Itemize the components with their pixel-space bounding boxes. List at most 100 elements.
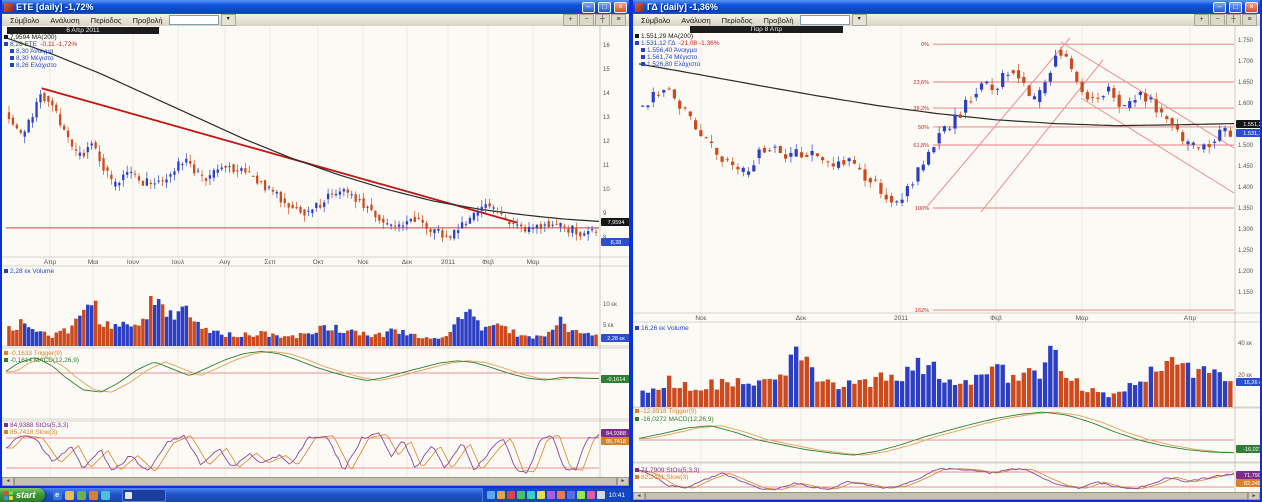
ie-quicklaunch-icon[interactable]: e — [53, 491, 62, 500]
battery-tray-icon[interactable] — [547, 491, 555, 499]
scroll-left-arrow[interactable]: ◄ — [633, 492, 645, 500]
titlebar[interactable]: ETE [daily] -1,72% – □ × — [2, 0, 629, 14]
settings-icon[interactable]: ≡ — [1242, 14, 1257, 26]
svg-text:0%: 0% — [921, 42, 929, 48]
svg-text:61,8%: 61,8% — [913, 143, 929, 149]
search-go-button[interactable]: ▾ — [852, 14, 867, 26]
close-button[interactable]: × — [1245, 2, 1258, 13]
tray-icons — [487, 491, 605, 499]
start-button[interactable]: start — [0, 488, 45, 502]
svg-text:15: 15 — [603, 67, 610, 73]
svg-text:71,7909: 71,7909 — [1244, 473, 1260, 479]
crosshair-icon[interactable]: ┼ — [595, 14, 610, 26]
svg-text:10 εκ: 10 εκ — [603, 302, 618, 308]
svg-text:23,6%: 23,6% — [913, 80, 929, 86]
minimize-button[interactable]: – — [582, 2, 595, 13]
horizontal-scrollbar[interactable]: ◄ ► — [633, 492, 1260, 500]
search-go-button[interactable]: ▾ — [221, 14, 236, 26]
svg-text:Νοε: Νοε — [357, 259, 368, 266]
zoom-in-icon[interactable]: + — [1194, 14, 1209, 26]
media-quicklaunch-icon[interactable] — [89, 491, 98, 500]
desktop-quicklaunch-icon[interactable] — [77, 491, 86, 500]
media-tray-icon[interactable] — [567, 491, 575, 499]
scroll-right-arrow[interactable]: ► — [1248, 492, 1260, 500]
svg-text:8,28: 8,28 — [611, 240, 622, 246]
macd-pane — [6, 351, 599, 392]
pane-separators — [633, 26, 1260, 492]
minimize-button[interactable]: – — [1213, 2, 1226, 13]
symbol-input[interactable] — [800, 15, 850, 25]
svg-text:2011: 2011 — [894, 315, 908, 322]
legend-ma200: 1.551,29 MA(200) — [635, 33, 693, 40]
legend-high: 1.561,74 Μέγιστο — [641, 54, 697, 61]
svg-text:Οκτ: Οκτ — [313, 259, 324, 266]
close-button[interactable]: × — [614, 2, 627, 13]
scroll-right-arrow[interactable]: ► — [617, 477, 629, 486]
svg-text:-16,0272: -16,0272 — [1243, 447, 1260, 453]
mail-tray-icon[interactable] — [577, 491, 585, 499]
menu-analysis[interactable]: Ανάλυση — [45, 16, 84, 25]
menu-period[interactable]: Περίοδος — [86, 16, 127, 25]
svg-text:1.250: 1.250 — [1238, 248, 1254, 254]
legend-ma200: 7,9594 MA(200) — [4, 34, 57, 41]
display-tray-icon[interactable] — [537, 491, 545, 499]
chart-area[interactable]: ΝοεΔεκ2011ΦεβΜαρΑπρ1.7501.7001.6501.6001… — [633, 26, 1260, 492]
messenger-quicklaunch-icon[interactable] — [101, 491, 110, 500]
firewall-tray-icon[interactable] — [557, 491, 565, 499]
zoom-out-icon[interactable]: − — [579, 14, 594, 26]
legend-last-price: 1.531,12 ΓΔ -21,08 -1,36% — [635, 40, 720, 47]
symbol-input[interactable] — [169, 15, 219, 25]
chart-canvas[interactable]: ΑπρΜαιΙουνΙουλΑυγΣεπΟκτΝοεΔεκ2011ΦεβΜαρ1… — [2, 26, 629, 477]
maximize-button[interactable]: □ — [1229, 2, 1242, 13]
menu-symbol[interactable]: Σύμβολο — [5, 16, 44, 25]
svg-text:Σεπ: Σεπ — [264, 259, 276, 266]
zoom-out-icon[interactable]: − — [1210, 14, 1225, 26]
volume-tray-icon[interactable] — [497, 491, 505, 499]
svg-text:Νοε: Νοε — [695, 315, 706, 322]
language-indicator[interactable] — [597, 491, 605, 499]
svg-text:10: 10 — [603, 187, 610, 193]
maximize-button[interactable]: □ — [598, 2, 611, 13]
menu-view[interactable]: Προβολή — [127, 16, 167, 25]
folder-quicklaunch-icon[interactable] — [65, 491, 74, 500]
toolbar-icons: + − ┼ ≡ — [563, 14, 626, 26]
chart-app-task-button[interactable] — [122, 489, 166, 502]
start-label: start — [16, 490, 36, 500]
scroll-left-arrow[interactable]: ◄ — [2, 477, 14, 486]
antivirus-tray-icon[interactable] — [507, 491, 515, 499]
sync-tray-icon[interactable] — [587, 491, 595, 499]
scroll-thumb[interactable] — [645, 492, 1248, 500]
settings-icon[interactable]: ≡ — [611, 14, 626, 26]
scroll-thumb[interactable] — [14, 477, 617, 486]
app-icon — [635, 3, 644, 12]
svg-text:Ιουν: Ιουν — [127, 259, 139, 266]
svg-text:1.200: 1.200 — [1238, 269, 1254, 275]
horizontal-scrollbar[interactable]: ◄ ► — [2, 477, 629, 486]
svg-text:162%: 162% — [915, 308, 929, 314]
svg-text:1.500: 1.500 — [1238, 143, 1254, 149]
axis-labels: ΑπρΜαιΙουνΙουλΑυγΣεπΟκτΝοεΔεκ2011ΦεβΜαρ1… — [44, 43, 618, 329]
taskbar-clock[interactable]: 10:41 — [607, 492, 627, 499]
svg-text:16,26 εκ: 16,26 εκ — [1244, 380, 1260, 386]
menu-period[interactable]: Περίοδος — [717, 16, 758, 25]
svg-text:Ιουλ: Ιουλ — [172, 259, 185, 266]
update-tray-icon[interactable] — [527, 491, 535, 499]
svg-text:12: 12 — [603, 139, 610, 145]
menu-symbol[interactable]: Σύμβολο — [636, 16, 675, 25]
svg-text:50%: 50% — [918, 125, 929, 131]
chart-area[interactable]: ΑπρΜαιΙουνΙουλΑυγΣεπΟκτΝοεΔεκ2011ΦεβΜαρ1… — [2, 26, 629, 477]
svg-text:1.300: 1.300 — [1238, 227, 1254, 233]
window-title: ETE [daily] -1,72% — [16, 2, 579, 12]
zoom-in-icon[interactable]: + — [563, 14, 578, 26]
svg-text:82,2481: 82,2481 — [1244, 481, 1260, 487]
messenger-tray-icon[interactable] — [517, 491, 525, 499]
date-box: 6 Απρ 2011 — [7, 27, 159, 34]
titlebar[interactable]: ΓΔ [daily] -1,36% – □ × — [633, 0, 1260, 14]
crosshair-icon[interactable]: ┼ — [1226, 14, 1241, 26]
menu-view[interactable]: Προβολή — [758, 16, 798, 25]
menu-analysis[interactable]: Ανάλυση — [676, 16, 715, 25]
svg-text:1.400: 1.400 — [1238, 185, 1254, 191]
stochastic-pane — [6, 433, 599, 473]
network-status-icon[interactable] — [487, 491, 495, 499]
chart-canvas[interactable]: ΝοεΔεκ2011ΦεβΜαρΑπρ1.7501.7001.6501.6001… — [633, 26, 1260, 492]
